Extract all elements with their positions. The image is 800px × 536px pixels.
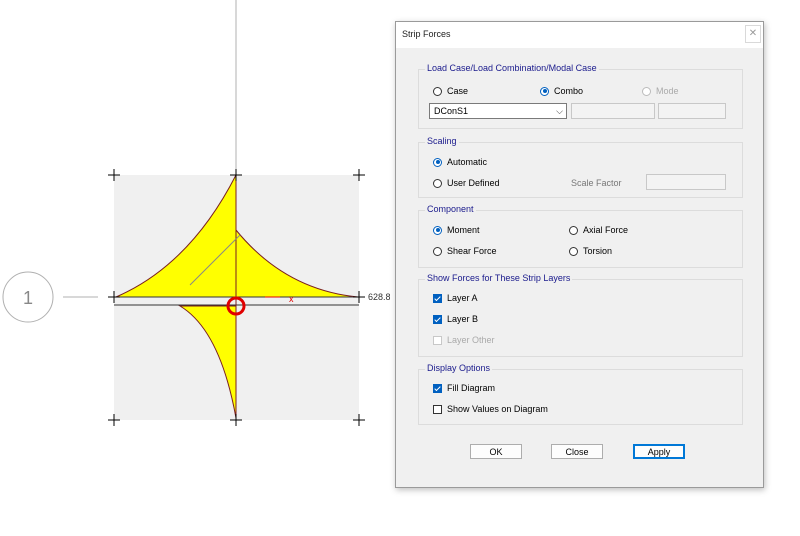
- mode-field-2: [658, 103, 726, 119]
- load-combo-dropdown[interactable]: DConS1 ⌵: [429, 103, 567, 119]
- scaling-group-label: Scaling: [425, 136, 459, 146]
- load-case-group-label: Load Case/Load Combination/Modal Case: [425, 63, 599, 73]
- chevron-down-icon: ⌵: [556, 106, 563, 116]
- case-radio[interactable]: Case: [433, 86, 468, 96]
- combo-radio-icon[interactable]: [540, 86, 549, 96]
- automatic-radio[interactable]: Automatic: [433, 157, 487, 167]
- strip-forces-dialog: Strip Forces ✕ Load Case/Load Combinatio…: [395, 21, 764, 488]
- diagram-value-label: 628.85: [368, 292, 390, 302]
- user-defined-radio[interactable]: User Defined: [433, 178, 500, 188]
- display-options-group: Display Options Fill Diagram Show Values…: [418, 363, 743, 425]
- automatic-radio-icon[interactable]: [433, 157, 442, 167]
- automatic-radio-label: Automatic: [447, 157, 488, 167]
- moment-radio-icon[interactable]: [433, 225, 442, 235]
- layer-other-checkbox: Layer Other: [433, 335, 495, 345]
- layer-other-label: Layer Other: [447, 335, 495, 345]
- show-values-check-icon[interactable]: [433, 404, 442, 414]
- fill-diagram-label: Fill Diagram: [447, 383, 496, 393]
- layer-a-check-icon[interactable]: [433, 293, 442, 303]
- close-button[interactable]: Close: [551, 444, 603, 459]
- dialog-titlebar[interactable]: Strip Forces ✕: [396, 22, 763, 48]
- mode-field-1: [571, 103, 655, 119]
- close-icon[interactable]: ✕: [745, 25, 761, 43]
- mode-radio-icon: [642, 86, 651, 96]
- axial-force-radio-label: Axial Force: [583, 225, 629, 235]
- component-group: Component Moment Axial Force Shear Force…: [418, 204, 743, 268]
- scale-factor-field: [646, 174, 726, 190]
- dialog-title: Strip Forces: [402, 29, 451, 39]
- display-options-group-label: Display Options: [425, 363, 493, 373]
- show-values-checkbox[interactable]: Show Values on Diagram: [433, 404, 548, 414]
- load-case-group: Load Case/Load Combination/Modal Case Ca…: [418, 63, 743, 129]
- moment-radio[interactable]: Moment: [433, 225, 480, 235]
- scale-factor-label: Scale Factor: [571, 178, 622, 188]
- layer-a-label: Layer A: [447, 293, 478, 303]
- case-radio-label: Case: [447, 86, 469, 96]
- model-view-canvas[interactable]: 1 x 628.85: [0, 0, 390, 536]
- axis-x-mark: x: [289, 294, 294, 304]
- ok-button[interactable]: OK: [470, 444, 522, 459]
- fill-diagram-check-icon[interactable]: [433, 383, 442, 393]
- component-group-label: Component: [425, 204, 476, 214]
- user-defined-radio-label: User Defined: [447, 178, 500, 188]
- axial-force-radio[interactable]: Axial Force: [569, 225, 628, 235]
- mode-radio-label: Mode: [656, 86, 679, 96]
- torsion-radio-label: Torsion: [583, 246, 613, 256]
- layer-b-checkbox[interactable]: Layer B: [433, 314, 478, 324]
- scaling-group: Scaling Automatic User Defined Scale Fac…: [418, 136, 743, 198]
- torsion-radio-icon[interactable]: [569, 246, 578, 256]
- layer-other-check-icon: [433, 335, 442, 345]
- shear-force-radio[interactable]: Shear Force: [433, 246, 497, 256]
- mode-radio: Mode: [642, 86, 679, 96]
- shear-force-radio-icon[interactable]: [433, 246, 442, 256]
- user-defined-radio-icon[interactable]: [433, 178, 442, 188]
- combo-radio[interactable]: Combo: [540, 86, 583, 96]
- layer-b-label: Layer B: [447, 314, 479, 324]
- layer-a-checkbox[interactable]: Layer A: [433, 293, 478, 303]
- moment-radio-label: Moment: [447, 225, 480, 235]
- fill-diagram-checkbox[interactable]: Fill Diagram: [433, 383, 495, 393]
- apply-button[interactable]: Apply: [633, 444, 685, 459]
- case-radio-icon[interactable]: [433, 86, 442, 96]
- show-values-label: Show Values on Diagram: [447, 404, 548, 414]
- combo-radio-label: Combo: [554, 86, 584, 96]
- axial-force-radio-icon[interactable]: [569, 225, 578, 235]
- torsion-radio[interactable]: Torsion: [569, 246, 612, 256]
- grid-bubble-label: 1: [23, 288, 33, 308]
- load-combo-dropdown-value: DConS1: [434, 106, 469, 116]
- strip-layers-group-label: Show Forces for These Strip Layers: [425, 273, 573, 283]
- strip-layers-group: Show Forces for These Strip Layers Layer…: [418, 273, 743, 357]
- shear-force-radio-label: Shear Force: [447, 246, 497, 256]
- layer-b-check-icon[interactable]: [433, 314, 442, 324]
